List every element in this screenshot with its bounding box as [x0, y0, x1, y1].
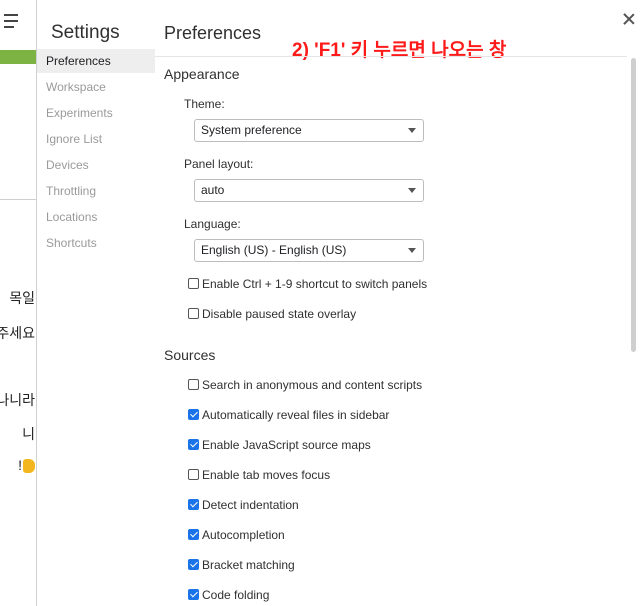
theme-select[interactable]: System preference	[194, 119, 424, 142]
js-source-maps-option[interactable]: Enable JavaScript source maps	[188, 438, 371, 454]
annotation-text: 2) 'F1' 키 누르면 나오는 창	[292, 40, 507, 61]
language-select-value: English (US) - English (US)	[201, 243, 347, 257]
chevron-down-icon	[408, 188, 416, 193]
checkbox-label: Bracket matching	[202, 558, 295, 572]
search-anonymous-scripts-checkbox[interactable]	[188, 379, 199, 390]
tab-moves-focus-checkbox[interactable]	[188, 469, 199, 480]
section-heading-appearance: Appearance	[164, 66, 240, 82]
checkbox-label: Automatically reveal files in sidebar	[202, 408, 390, 422]
checkbox-label: Code folding	[202, 588, 270, 602]
close-icon[interactable]	[622, 12, 636, 26]
checkbox-label: Enable JavaScript source maps	[202, 438, 371, 452]
sidebar-item-ignore-list[interactable]: Ignore List	[37, 127, 155, 151]
panel-layout-select[interactable]: auto	[194, 179, 424, 202]
ctrl-shortcut-option[interactable]: Enable Ctrl + 1-9 shortcut to switch pan…	[188, 277, 427, 293]
page-text-fragment: !	[18, 457, 35, 474]
search-anonymous-scripts-option[interactable]: Search in anonymous and content scripts	[188, 378, 422, 394]
preferences-panel: Preferences 2) 'F1' 키 누르면 나오는 창 Appearan…	[155, 0, 643, 606]
autocompletion-option[interactable]: Autocompletion	[188, 528, 285, 544]
page-text-fragment: 목일	[9, 290, 35, 306]
chevron-down-icon	[408, 128, 416, 133]
disable-paused-overlay-checkbox[interactable]	[188, 308, 199, 319]
checkbox-label: Enable Ctrl + 1-9 shortcut to switch pan…	[202, 277, 428, 291]
panel-layout-label: Panel layout:	[184, 157, 254, 171]
bracket-matching-option[interactable]: Bracket matching	[188, 558, 295, 574]
page-text-fragment: 니	[22, 426, 35, 442]
section-heading-sources: Sources	[164, 347, 216, 363]
sidebar-item-throttling[interactable]: Throttling	[37, 179, 155, 203]
green-banner	[0, 50, 36, 64]
bracket-matching-checkbox[interactable]	[188, 559, 199, 570]
theme-select-value: System preference	[201, 123, 302, 137]
checkbox-label: Detect indentation	[202, 498, 299, 512]
tab-moves-focus-option[interactable]: Enable tab moves focus	[188, 468, 330, 484]
checkbox-label: Search in anonymous and content scripts	[202, 378, 423, 392]
page-text-fragment: 나니라	[0, 392, 35, 408]
waving-hand-icon	[23, 459, 35, 474]
settings-sidebar: Settings Preferences Workspace Experimen…	[37, 0, 155, 606]
language-label: Language:	[184, 217, 241, 231]
reveal-files-option[interactable]: Automatically reveal files in sidebar	[188, 408, 389, 424]
js-source-maps-checkbox[interactable]	[188, 439, 199, 450]
divider	[0, 199, 36, 200]
sidebar-item-experiments[interactable]: Experiments	[37, 101, 155, 125]
sidebar-item-preferences[interactable]: Preferences	[37, 49, 155, 73]
reveal-files-checkbox[interactable]	[188, 409, 199, 420]
language-select[interactable]: English (US) - English (US)	[194, 239, 424, 262]
sidebar-item-locations[interactable]: Locations	[37, 205, 155, 229]
disable-paused-overlay-option[interactable]: Disable paused state overlay	[188, 307, 356, 323]
background-page-strip: 목일 주세요 나니라 니 !	[0, 0, 37, 606]
detect-indentation-option[interactable]: Detect indentation	[188, 498, 299, 514]
sidebar-item-workspace[interactable]: Workspace	[37, 75, 155, 99]
checkbox-label: Disable paused state overlay	[202, 307, 357, 321]
autocompletion-checkbox[interactable]	[188, 529, 199, 540]
code-folding-checkbox[interactable]	[188, 589, 199, 600]
chevron-down-icon	[408, 248, 416, 253]
devtools-settings-window: 목일 주세요 나니라 니 ! Settings Preferences Work…	[0, 0, 643, 606]
scrollbar[interactable]	[631, 58, 636, 352]
checkbox-label: Autocompletion	[202, 528, 285, 542]
divider	[155, 56, 627, 57]
page-title: Preferences	[164, 23, 262, 43]
page-text-fragment-text: !	[18, 457, 22, 473]
menu-icon[interactable]	[4, 14, 20, 28]
sidebar-item-shortcuts[interactable]: Shortcuts	[37, 231, 155, 255]
ctrl-shortcut-checkbox[interactable]	[188, 278, 199, 289]
sidebar-item-devices[interactable]: Devices	[37, 153, 155, 177]
code-folding-option[interactable]: Code folding	[188, 588, 269, 604]
theme-label: Theme:	[184, 97, 225, 111]
checkbox-label: Enable tab moves focus	[202, 468, 331, 482]
settings-title: Settings	[51, 22, 120, 43]
detect-indentation-checkbox[interactable]	[188, 499, 199, 510]
page-text-fragment: 주세요	[0, 325, 35, 341]
panel-layout-select-value: auto	[201, 183, 225, 197]
